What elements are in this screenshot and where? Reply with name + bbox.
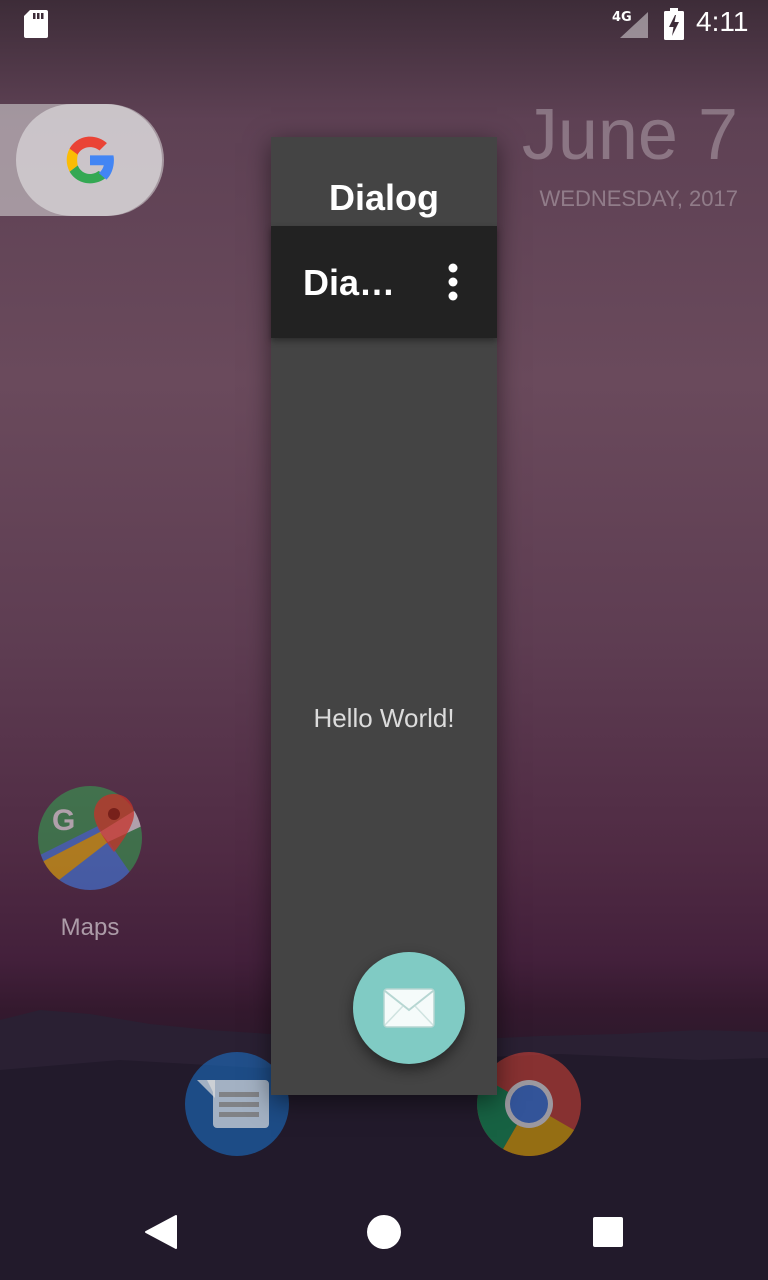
dialog-window: Dialog Dialog Hello World!	[271, 137, 497, 1095]
date-widget-day[interactable]: WEDNESDAY, 2017	[540, 186, 739, 212]
hello-world-text: Hello World!	[313, 703, 455, 733]
toolbar-title: Dialog	[303, 262, 403, 303]
sd-card-icon	[24, 10, 48, 38]
mail-icon	[383, 988, 435, 1028]
back-icon[interactable]	[144, 1214, 178, 1250]
home-icon[interactable]	[367, 1215, 401, 1249]
maps-app-label[interactable]: Maps	[40, 914, 140, 942]
battery-charging-icon	[664, 8, 684, 40]
mail-fab-button[interactable]	[353, 952, 465, 1064]
more-vert-icon[interactable]	[441, 262, 465, 302]
dialog-toolbar: Dialog	[271, 226, 497, 338]
status-bar: 4G 4:11	[0, 0, 768, 48]
dialog-title: Dialog	[328, 177, 439, 218]
date-widget-date[interactable]: June 7	[522, 94, 738, 176]
signal-icon	[620, 12, 648, 38]
google-g-icon	[66, 136, 114, 184]
status-clock: 4:11	[696, 6, 749, 37]
maps-app-icon[interactable]: G	[38, 786, 142, 890]
recents-icon[interactable]	[593, 1217, 623, 1247]
svg-text:G: G	[52, 804, 75, 837]
